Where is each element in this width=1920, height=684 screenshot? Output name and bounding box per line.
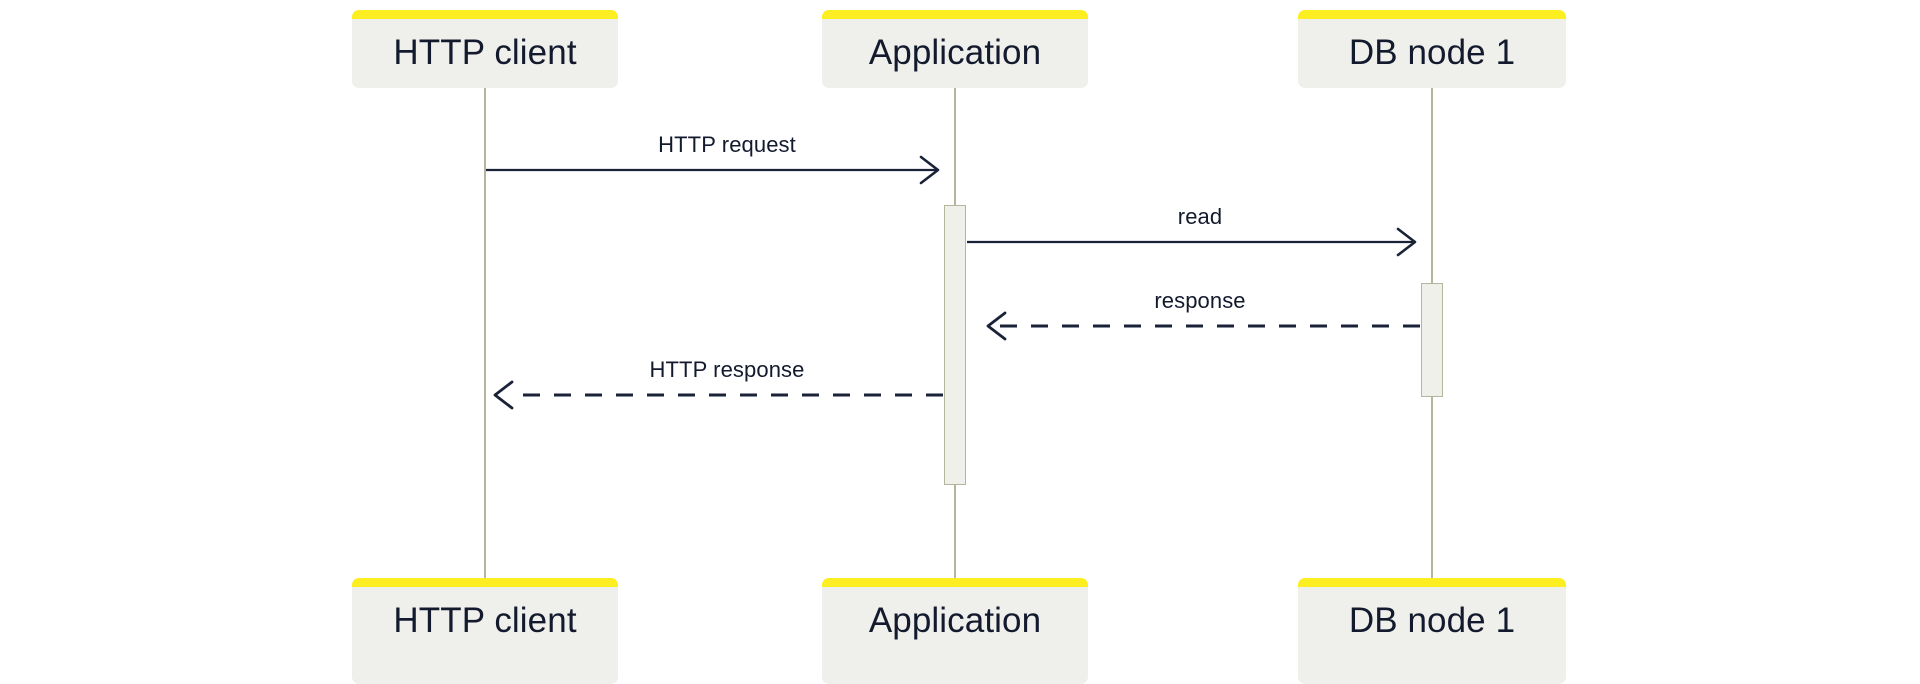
message-arrow-http-response [493,380,943,410]
participant-accent-bar-application-footer [822,578,1088,587]
participant-footer-db[interactable]: DB node 1 [1298,578,1566,684]
participant-accent-bar-db-footer [1298,578,1566,587]
participant-footer-label-application: Application [868,600,1042,640]
message-arrow-response [986,311,1420,341]
sequence-diagram-canvas: HTTP client Application DB node 1 HTTP r… [0,0,1920,684]
participant-footer-application[interactable]: Application [822,578,1088,684]
message-arrow-read [967,227,1417,257]
participant-label-db: DB node 1 [1348,32,1516,72]
participant-footer-label-db: DB node 1 [1348,600,1516,640]
participant-header-db[interactable]: DB node 1 [1298,10,1566,88]
participant-header-client[interactable]: HTTP client [352,10,618,88]
message-arrow-http-request [486,155,940,185]
participant-header-application[interactable]: Application [822,10,1088,88]
participant-label-application: Application [868,32,1042,72]
participant-label-client: HTTP client [393,32,577,72]
participant-footer-client[interactable]: HTTP client [352,578,618,684]
participant-footer-label-client: HTTP client [393,600,577,640]
participant-accent-bar-client [352,10,618,19]
participant-accent-bar-db [1298,10,1566,19]
participant-accent-bar-client-footer [352,578,618,587]
participant-accent-bar-application [822,10,1088,19]
